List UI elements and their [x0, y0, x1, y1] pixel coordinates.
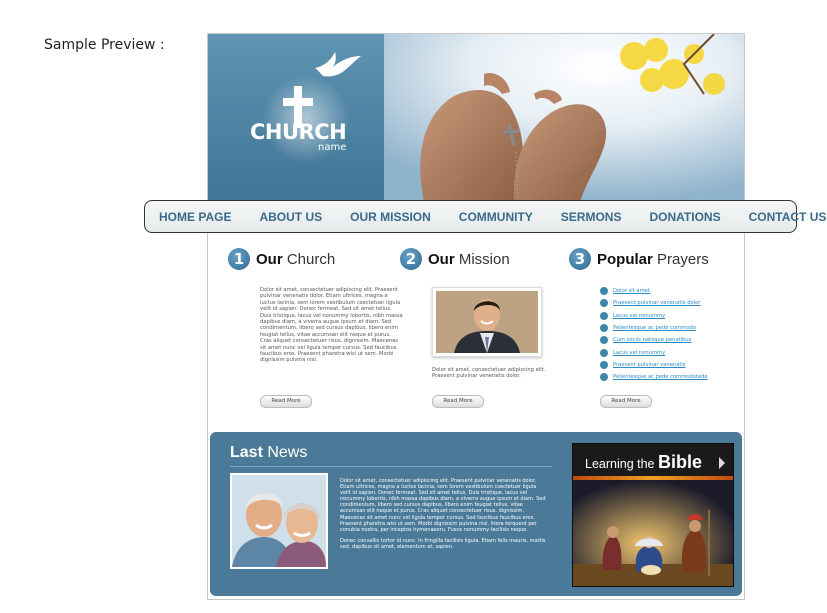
- nav-donations[interactable]: DONATIONS: [635, 210, 734, 224]
- bible-banner-title: Learning the Bible: [585, 452, 702, 472]
- elderly-couple-photo: [230, 473, 328, 569]
- bullet-icon: [600, 336, 608, 345]
- column-title: Our Mission: [428, 250, 510, 268]
- bullet-icon: [600, 348, 608, 357]
- read-more-button-mission[interactable]: Read More: [432, 395, 484, 408]
- prayer-link[interactable]: Lacus vel nonummy: [613, 350, 665, 356]
- column-popular-prayers: 3 Popular Prayers: [569, 248, 709, 270]
- nav-about-us[interactable]: ABOUT US: [245, 210, 336, 224]
- prayer-link[interactable]: Cum sociis natoque penatibus: [613, 337, 691, 343]
- list-item: Lacus vel nonummy: [600, 346, 708, 358]
- bullet-icon: [600, 373, 608, 382]
- column-title: Our Church: [256, 250, 336, 268]
- learning-the-bible-banner[interactable]: Learning the Bible: [572, 443, 734, 587]
- sample-preview-caption: Sample Preview :: [44, 37, 165, 53]
- read-more-button-prayers[interactable]: Read More: [600, 395, 652, 408]
- last-news-panel: Last News Dolor sit amet, consectetuer a…: [210, 432, 742, 596]
- bullet-icon: [600, 324, 608, 333]
- nav-home-page[interactable]: HOME PAGE: [145, 210, 245, 224]
- main-navigation-bar: HOME PAGE ABOUT US OUR MISSION COMMUNITY…: [144, 200, 826, 233]
- prayer-link[interactable]: Praesent pulvinar venenatis: [613, 362, 686, 368]
- praying-hands-illustration: [384, 34, 744, 202]
- news-title: Last News: [230, 444, 308, 461]
- nav-sermons[interactable]: SERMONS: [547, 210, 636, 224]
- bullet-icon: [600, 287, 608, 296]
- read-more-button-church[interactable]: Read More: [260, 395, 312, 408]
- column-our-mission: 2 Our Mission: [400, 248, 510, 270]
- our-church-text: Dolor sit amet, consectetuer adipiscing …: [260, 287, 403, 364]
- bullet-icon: [600, 299, 608, 308]
- list-item: Dolor sit amet: [600, 285, 708, 297]
- website-template-preview: CHURCH name 1 Our Church Dolor sit amet,…: [207, 33, 745, 600]
- smiling-man-illustration: [436, 291, 538, 353]
- list-item: Praesent pulvinar venenatis: [600, 359, 708, 371]
- list-item: Lacus vel nonummy: [600, 310, 708, 322]
- list-item: Cum sociis natoque penatibus: [600, 334, 708, 346]
- bullet-icon: [600, 311, 608, 320]
- nav-community[interactable]: COMMUNITY: [445, 210, 547, 224]
- prayer-link[interactable]: Dolor sit amet: [613, 288, 650, 294]
- prayer-link[interactable]: Pellentesque ac pede commodo: [613, 325, 696, 331]
- couple-illustration: [232, 475, 326, 567]
- nativity-scene-illustration: [573, 480, 733, 586]
- play-arrow-icon: [719, 457, 725, 469]
- step-number-badge: 1: [228, 248, 250, 270]
- prayer-link[interactable]: Praesent pulvinar venenatis dolor: [613, 300, 700, 306]
- divider: [230, 466, 552, 467]
- prayer-links-list: Dolor sit amet Praesent pulvinar venenat…: [600, 285, 708, 383]
- list-item: Pellentesque ac pede commodo: [600, 322, 708, 334]
- step-number-badge: 3: [569, 248, 591, 270]
- logo-church-text: CHURCH: [250, 120, 347, 144]
- news-body-text: Dolor sit amet, consectetuer adipiscing …: [340, 478, 546, 550]
- step-number-badge: 2: [400, 248, 422, 270]
- prayer-link[interactable]: Lacus vel nonummy: [613, 313, 665, 319]
- nav-our-mission[interactable]: OUR MISSION: [336, 210, 445, 224]
- mission-portrait-photo: [432, 287, 542, 357]
- header-logo-panel: CHURCH name: [208, 34, 384, 202]
- nav-contact-us[interactable]: CONTACT US: [735, 210, 827, 224]
- bullet-icon: [600, 360, 608, 369]
- list-item: Pellentesque ac pede commodotede: [600, 371, 708, 383]
- our-mission-text: Dolor sit amet, consectetuer adipiscing …: [432, 367, 546, 380]
- column-title: Popular Prayers: [597, 250, 709, 268]
- list-item: Praesent pulvinar venenatis dolor: [600, 297, 708, 309]
- dove-icon: [315, 52, 361, 77]
- praying-hands-image: [384, 34, 744, 202]
- prayer-link[interactable]: Pellentesque ac pede commodotede: [613, 374, 708, 380]
- logo-name-text: name: [318, 142, 347, 153]
- column-our-church: 1 Our Church: [228, 248, 335, 270]
